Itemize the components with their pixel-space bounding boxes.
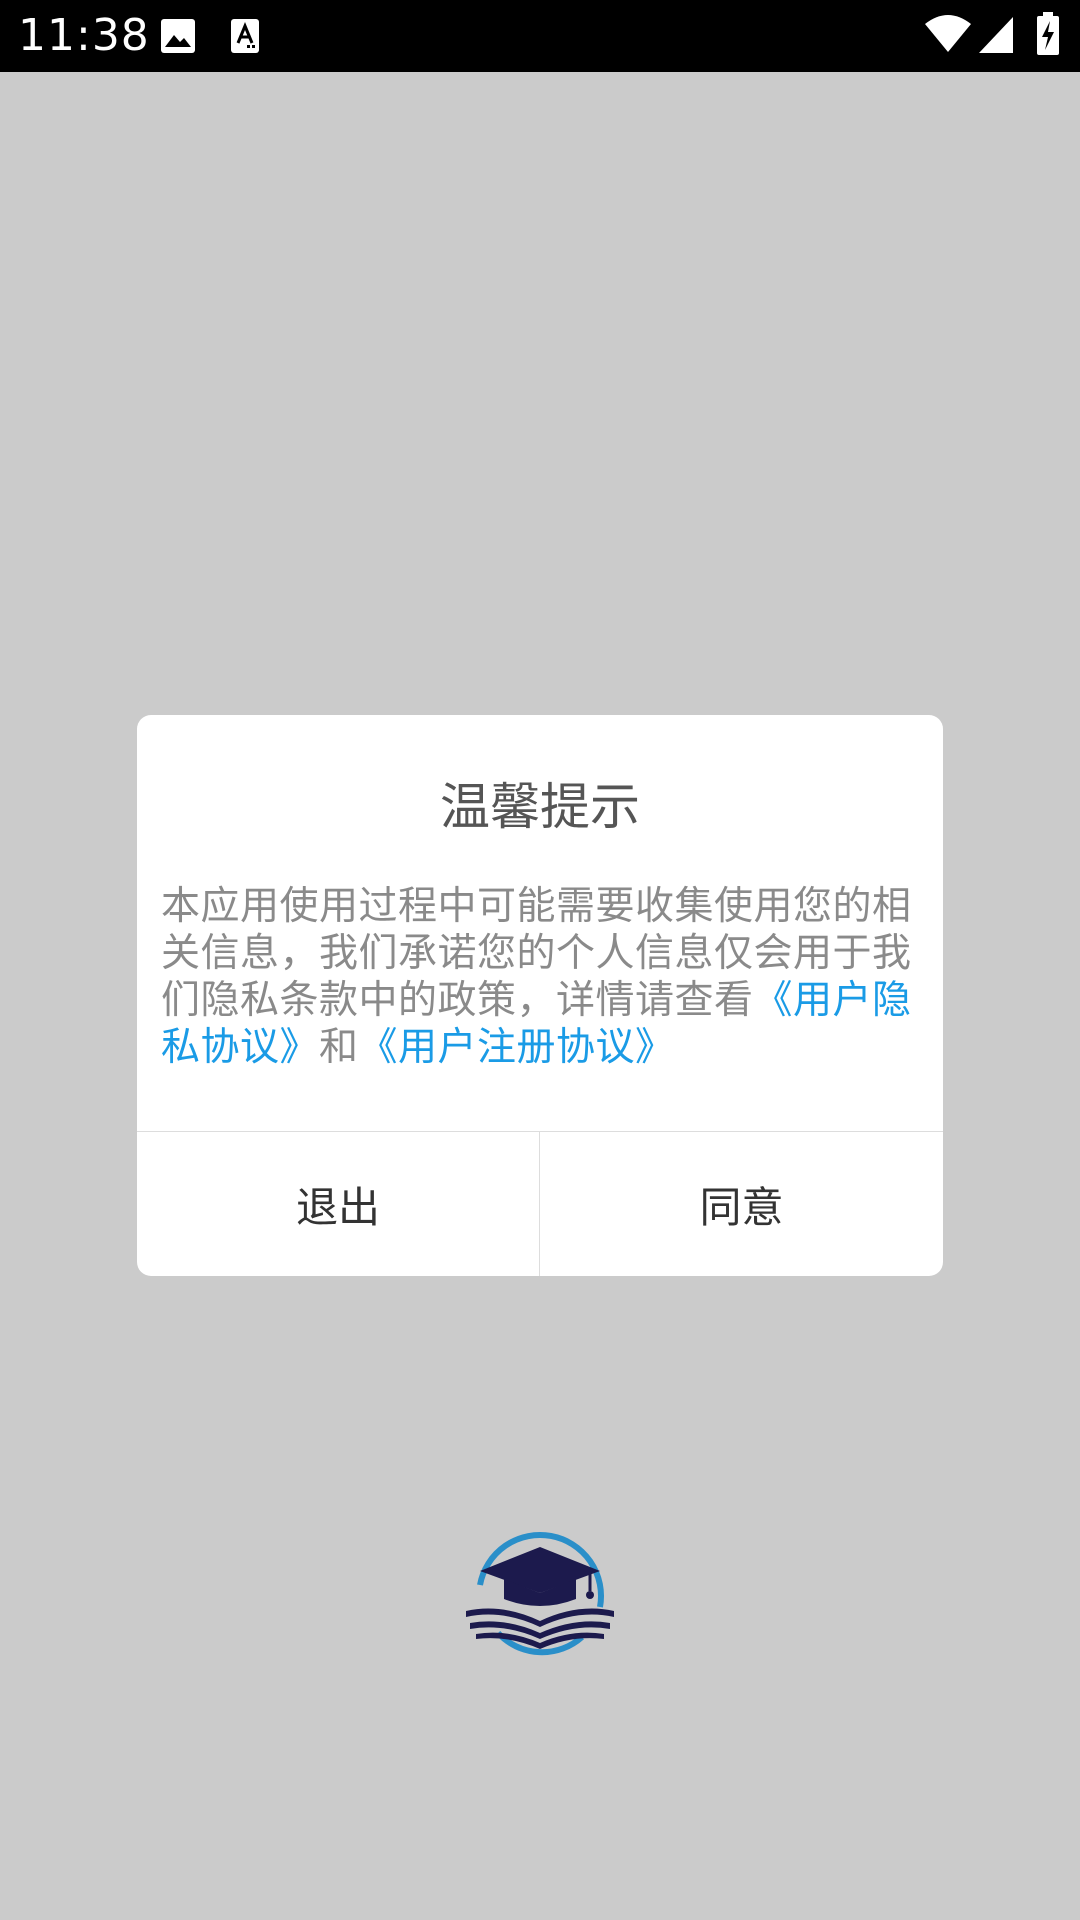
- agree-button[interactable]: 同意: [540, 1132, 943, 1276]
- exit-button[interactable]: 退出: [137, 1132, 539, 1276]
- signal-icon: [978, 16, 1014, 58]
- dialog-message: 本应用使用过程中可能需要收集使用您的相关信息，我们承诺您的个人信息仅会用于我们隐…: [161, 883, 921, 1071]
- wifi-icon: [924, 14, 972, 58]
- dialog-title: 温馨提示: [440, 778, 640, 836]
- battery-charging-icon: [1036, 12, 1060, 60]
- status-bar: 11:38: [0, 0, 1080, 72]
- register-agreement-link[interactable]: 《用户注册协议》: [359, 1025, 675, 1070]
- dialog-connector-text: 和: [319, 1025, 359, 1070]
- image-icon: [160, 18, 196, 58]
- graduation-cap-book-icon: [462, 1525, 618, 1667]
- privacy-dialog: 温馨提示 本应用使用过程中可能需要收集使用您的相关信息，我们承诺您的个人信息仅会…: [137, 715, 943, 1276]
- text-a-icon: [230, 18, 260, 58]
- status-time: 11:38: [18, 10, 150, 61]
